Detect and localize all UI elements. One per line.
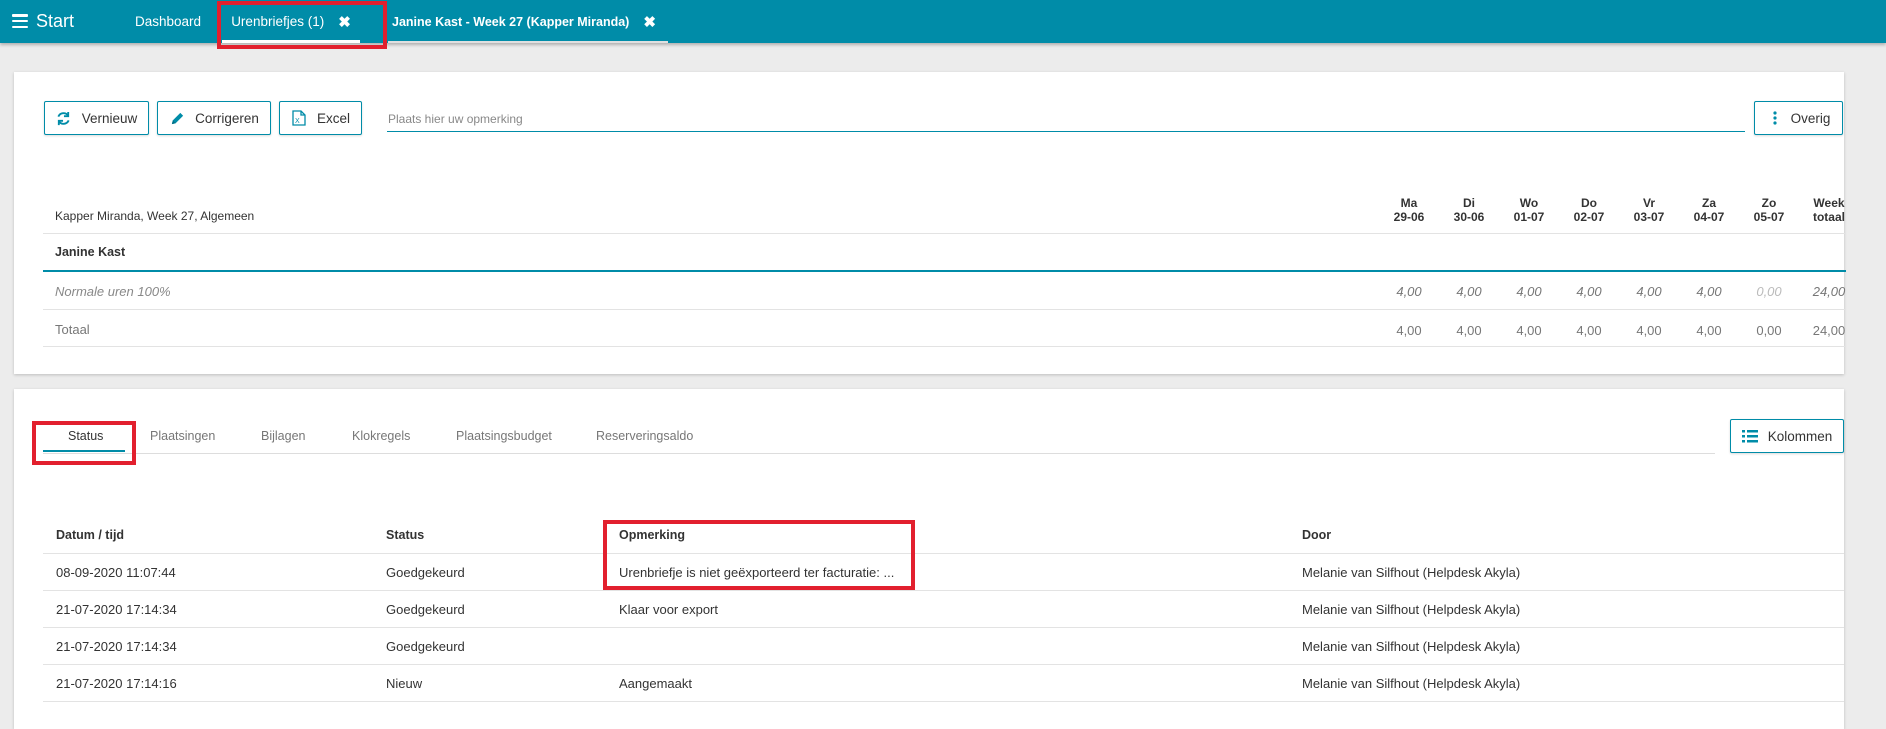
- total-value: 4,00: [1396, 323, 1422, 338]
- cell-by: Melanie van Silfhout (Helpdesk Akyla): [1302, 639, 1521, 654]
- cell-datetime: 21-07-2020 17:14:34: [56, 639, 177, 654]
- tab-plaatsingen[interactable]: Plaatsingen: [150, 429, 215, 443]
- tab-bijlagen[interactable]: Bijlagen: [261, 429, 305, 443]
- close-icon[interactable]: ✖: [643, 13, 656, 31]
- total-value: 0,00: [1756, 323, 1782, 338]
- day-head-zo: Zo 05-07: [1753, 196, 1785, 224]
- hours-value: 4,00: [1396, 284, 1422, 299]
- hours-total: 24,00: [1812, 284, 1846, 299]
- tab-dashboard[interactable]: Dashboard: [135, 0, 201, 43]
- close-icon[interactable]: ✖: [338, 13, 351, 31]
- total-value: 4,00: [1516, 323, 1542, 338]
- divider: [43, 701, 1844, 702]
- tab-status[interactable]: Status: [68, 429, 103, 443]
- hours-value: 4,00: [1636, 284, 1662, 299]
- day-head-vr: Vr 03-07: [1633, 196, 1665, 224]
- employee-name: Janine Kast: [55, 245, 126, 259]
- cell-by: Melanie van Silfhout (Helpdesk Akyla): [1302, 602, 1521, 617]
- timesheet-card: Vernieuw Corrigeren X Excel Overig Kappe…: [14, 72, 1846, 374]
- divider: [43, 346, 1846, 347]
- menu-button[interactable]: Start: [12, 9, 74, 33]
- other-label: Overig: [1790, 110, 1831, 126]
- remark-input[interactable]: [387, 107, 1745, 132]
- cell-datetime: 21-07-2020 17:14:16: [56, 676, 177, 691]
- top-bar: Start Dashboard Urenbriefjes (1) ✖ Janin…: [0, 0, 1886, 43]
- tab-urenbriefjes[interactable]: Urenbriefjes (1) ✖: [222, 0, 360, 43]
- tab-klokregels[interactable]: Klokregels: [352, 429, 410, 443]
- divider: [43, 590, 1844, 591]
- refresh-button[interactable]: Vernieuw: [44, 101, 149, 135]
- total-row-label: Totaal: [55, 322, 90, 337]
- divider: [43, 627, 1844, 628]
- more-vertical-icon: [1767, 110, 1783, 126]
- cell-by: Melanie van Silfhout (Helpdesk Akyla): [1302, 565, 1521, 580]
- correct-label: Corrigeren: [195, 110, 259, 126]
- hours-header-row: Kapper Miranda, Week 27, Algemeen Ma 29-0…: [43, 196, 1846, 236]
- excel-label: Excel: [316, 110, 350, 126]
- cell-by: Melanie van Silfhout (Helpdesk Akyla): [1302, 676, 1521, 691]
- cell-status: Goedgekeurd: [386, 565, 465, 580]
- details-card: Status Plaatsingen Bijlagen Klokregels P…: [14, 389, 1844, 729]
- start-label: Start: [36, 10, 75, 31]
- tab-plaatsingsbudget[interactable]: Plaatsingsbudget: [456, 429, 552, 443]
- tab-label: Urenbriefjes (1): [231, 14, 325, 29]
- active-tab-indicator: [43, 450, 125, 452]
- refresh-label: Vernieuw: [81, 110, 138, 126]
- menu-icon: [12, 14, 28, 28]
- cell-status: Goedgekeurd: [386, 602, 465, 617]
- hours-value: 4,00: [1696, 284, 1722, 299]
- day-head-wo: Wo 01-07: [1513, 196, 1545, 224]
- hours-value: 4,00: [1516, 284, 1542, 299]
- column-header-datetime: Datum / tijd: [56, 528, 125, 542]
- divider: [43, 553, 1844, 554]
- cell-datetime: 08-09-2020 11:07:44: [56, 565, 176, 580]
- column-header-by: Door: [1302, 528, 1332, 542]
- cell-status: Nieuw: [386, 676, 423, 691]
- list-icon: [1741, 428, 1758, 444]
- day-head-ma: Ma 29-06: [1393, 196, 1425, 224]
- day-head-do: Do 02-07: [1573, 196, 1605, 224]
- refresh-icon: [56, 110, 72, 126]
- pencil-icon: [169, 110, 185, 126]
- excel-icon: X: [291, 110, 307, 126]
- tab-label: Janine Kast - Week 27 (Kapper Miranda): [392, 14, 630, 29]
- week-total-head: Week totaal: [1812, 196, 1845, 224]
- hours-value: 4,00: [1576, 284, 1602, 299]
- excel-button[interactable]: X Excel: [279, 101, 362, 135]
- svg-text:X: X: [295, 118, 300, 125]
- correct-button[interactable]: Corrigeren: [157, 101, 271, 135]
- hours-row: Normale uren 100% 4,00 4,00 4,00 4,00 4,…: [43, 272, 1846, 309]
- hours-value: 0,00: [1756, 284, 1782, 299]
- cell-status: Goedgekeurd: [386, 639, 465, 654]
- day-head-di: Di 30-06: [1453, 196, 1485, 224]
- total-week-value: 24,00: [1812, 323, 1846, 338]
- cell-remark: Urenbriefje is niet geëxporteerd ter fac…: [619, 565, 895, 580]
- column-header-remark: Opmerking: [619, 528, 685, 542]
- total-value: 4,00: [1636, 323, 1662, 338]
- hours-value: 4,00: [1456, 284, 1482, 299]
- hours-title: Kapper Miranda, Week 27, Algemeen: [55, 209, 255, 223]
- cell-datetime: 21-07-2020 17:14:34: [56, 602, 177, 617]
- tab-divider: [43, 453, 1715, 454]
- columns-button[interactable]: Kolommen: [1730, 419, 1844, 453]
- tab-reserveringsaldo[interactable]: Reserveringsaldo: [596, 429, 693, 443]
- divider: [43, 664, 1844, 665]
- total-value: 4,00: [1696, 323, 1722, 338]
- day-head-za: Za 04-07: [1693, 196, 1725, 224]
- hours-row-label: Normale uren 100%: [55, 284, 171, 299]
- total-row: Totaal 4,00 4,00 4,00 4,00 4,00 4,00 0,0…: [43, 310, 1846, 347]
- cell-remark: Klaar voor export: [619, 602, 718, 617]
- other-button[interactable]: Overig: [1754, 101, 1843, 135]
- total-value: 4,00: [1576, 323, 1602, 338]
- employee-row: Janine Kast: [43, 234, 1846, 270]
- tab-janine-kast-week-27[interactable]: Janine Kast - Week 27 (Kapper Miranda) ✖: [388, 0, 668, 43]
- column-header-status: Status: [386, 528, 425, 542]
- tab-label: Dashboard: [135, 14, 202, 29]
- cell-remark: Aangemaakt: [619, 676, 692, 691]
- columns-label: Kolommen: [1767, 428, 1833, 444]
- total-value: 4,00: [1456, 323, 1482, 338]
